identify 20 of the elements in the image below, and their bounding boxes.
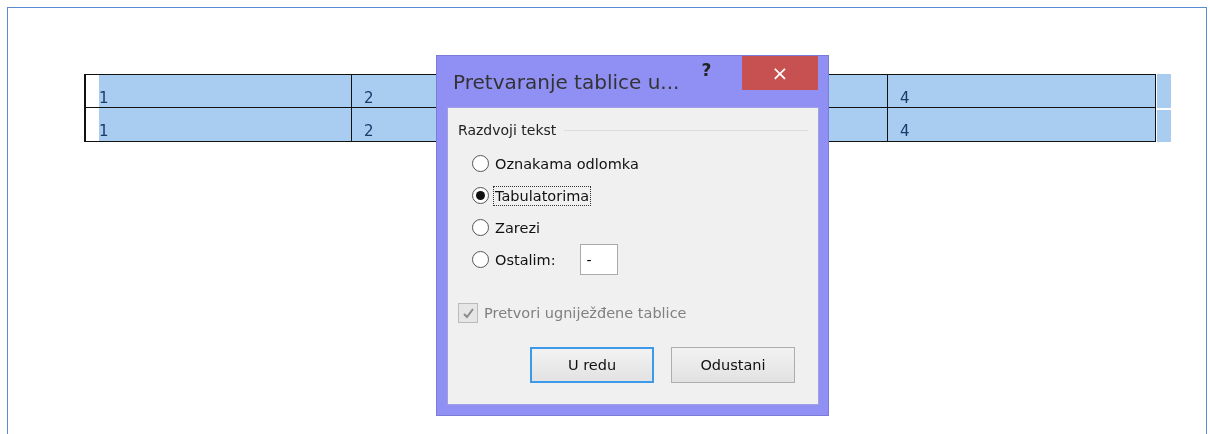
radio-button[interactable] <box>472 155 489 172</box>
close-button[interactable]: × <box>742 56 818 90</box>
table-cell: 4 <box>888 108 1156 142</box>
option-label[interactable]: Zarezi <box>493 217 543 238</box>
table-cell: 4 <box>888 74 1156 108</box>
separator-field[interactable]: - <box>579 244 618 275</box>
dialog-button[interactable]: U redu <box>530 347 654 383</box>
table-cell: 1 <box>84 108 352 142</box>
table-cell: 1 <box>84 74 352 108</box>
check-icon <box>461 306 475 320</box>
group-label: Razdvoji tekst <box>458 122 557 138</box>
checkbox-label: Pretvori ugniježđene tablice <box>484 305 687 321</box>
radio-button[interactable] <box>472 187 489 204</box>
help-button[interactable]: ? <box>695 60 718 80</box>
radio-button[interactable] <box>472 251 489 268</box>
radio-button[interactable] <box>472 219 489 236</box>
dialog-button[interactable]: Odustani <box>671 347 795 383</box>
option-label[interactable]: Tabulatorima <box>493 185 592 206</box>
option-label[interactable]: Oznakama odlomka <box>493 153 641 174</box>
option-label[interactable]: Ostalim: <box>493 249 558 270</box>
